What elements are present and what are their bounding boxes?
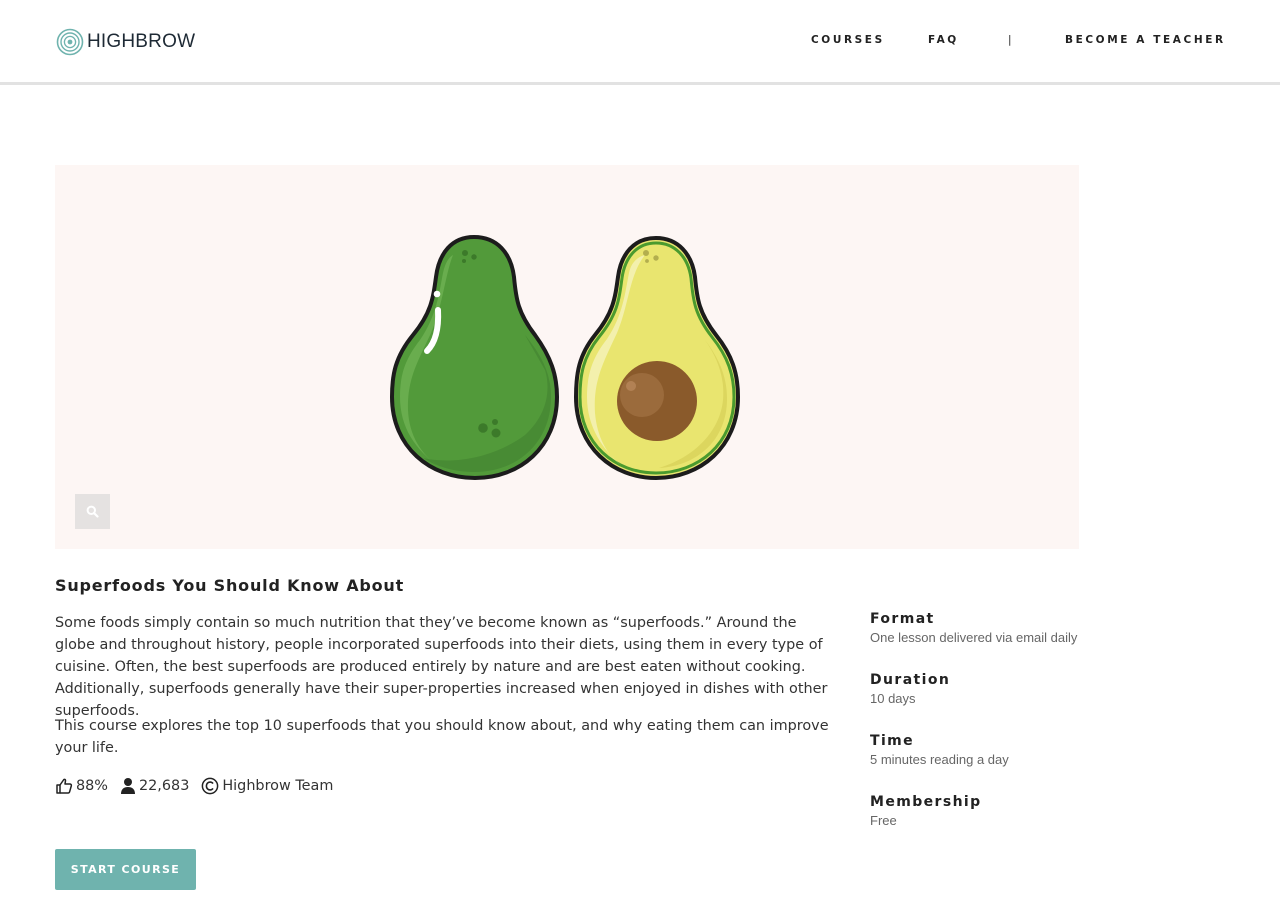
course-description-paragraph: Some foods simply contain so much nutrit… — [55, 615, 828, 719]
avocado-illustration — [389, 234, 741, 481]
students-stat: 22,683 — [120, 777, 189, 795]
start-course-button[interactable]: START COURSE — [55, 849, 196, 890]
rating-value: 88% — [76, 778, 108, 794]
main-nav: COURSES FAQ | BECOME A TEACHER — [0, 34, 1280, 48]
site-header: HIGHBROW COURSES FAQ | BECOME A TEACHER — [0, 0, 1280, 85]
info-label: Membership — [870, 794, 982, 810]
nav-faq[interactable]: FAQ — [928, 34, 959, 46]
course-description-paragraph: This course explores the top 10 superfoo… — [55, 718, 829, 756]
info-value: Free — [870, 813, 897, 828]
course-stats: 88% 22,683 Highbrow Team — [55, 775, 345, 797]
zoom-image-button[interactable] — [75, 494, 110, 529]
halved-avocado — [573, 235, 741, 481]
course-hero-image — [55, 165, 1079, 549]
info-value: 5 minutes reading a day — [870, 752, 1009, 767]
info-value: 10 days — [870, 691, 916, 706]
whole-avocado — [389, 234, 560, 481]
info-label: Duration — [870, 672, 951, 688]
info-membership: Membership Free — [870, 794, 982, 828]
nav-separator: | — [1008, 34, 1012, 46]
info-duration: Duration 10 days — [870, 672, 950, 706]
author-name: Highbrow Team — [222, 778, 334, 794]
author-stat: Highbrow Team — [201, 777, 333, 795]
search-icon — [86, 505, 99, 518]
info-value: One lesson delivered via email daily — [870, 630, 1078, 645]
info-label: Time — [870, 733, 915, 749]
rating-stat: 88% — [55, 777, 108, 795]
course-title: Superfoods You Should Know About — [55, 576, 405, 595]
nav-courses[interactable]: COURSES — [811, 34, 885, 46]
info-format: Format One lesson delivered via email da… — [870, 611, 1077, 645]
info-time: Time 5 minutes reading a day — [870, 733, 1009, 767]
thumbs-up-icon — [56, 778, 73, 794]
user-icon — [121, 778, 135, 794]
nav-become-a-teacher[interactable]: BECOME A TEACHER — [1065, 34, 1226, 46]
copyright-icon — [202, 777, 219, 795]
students-count: 22,683 — [139, 778, 190, 794]
info-label: Format — [870, 611, 935, 627]
